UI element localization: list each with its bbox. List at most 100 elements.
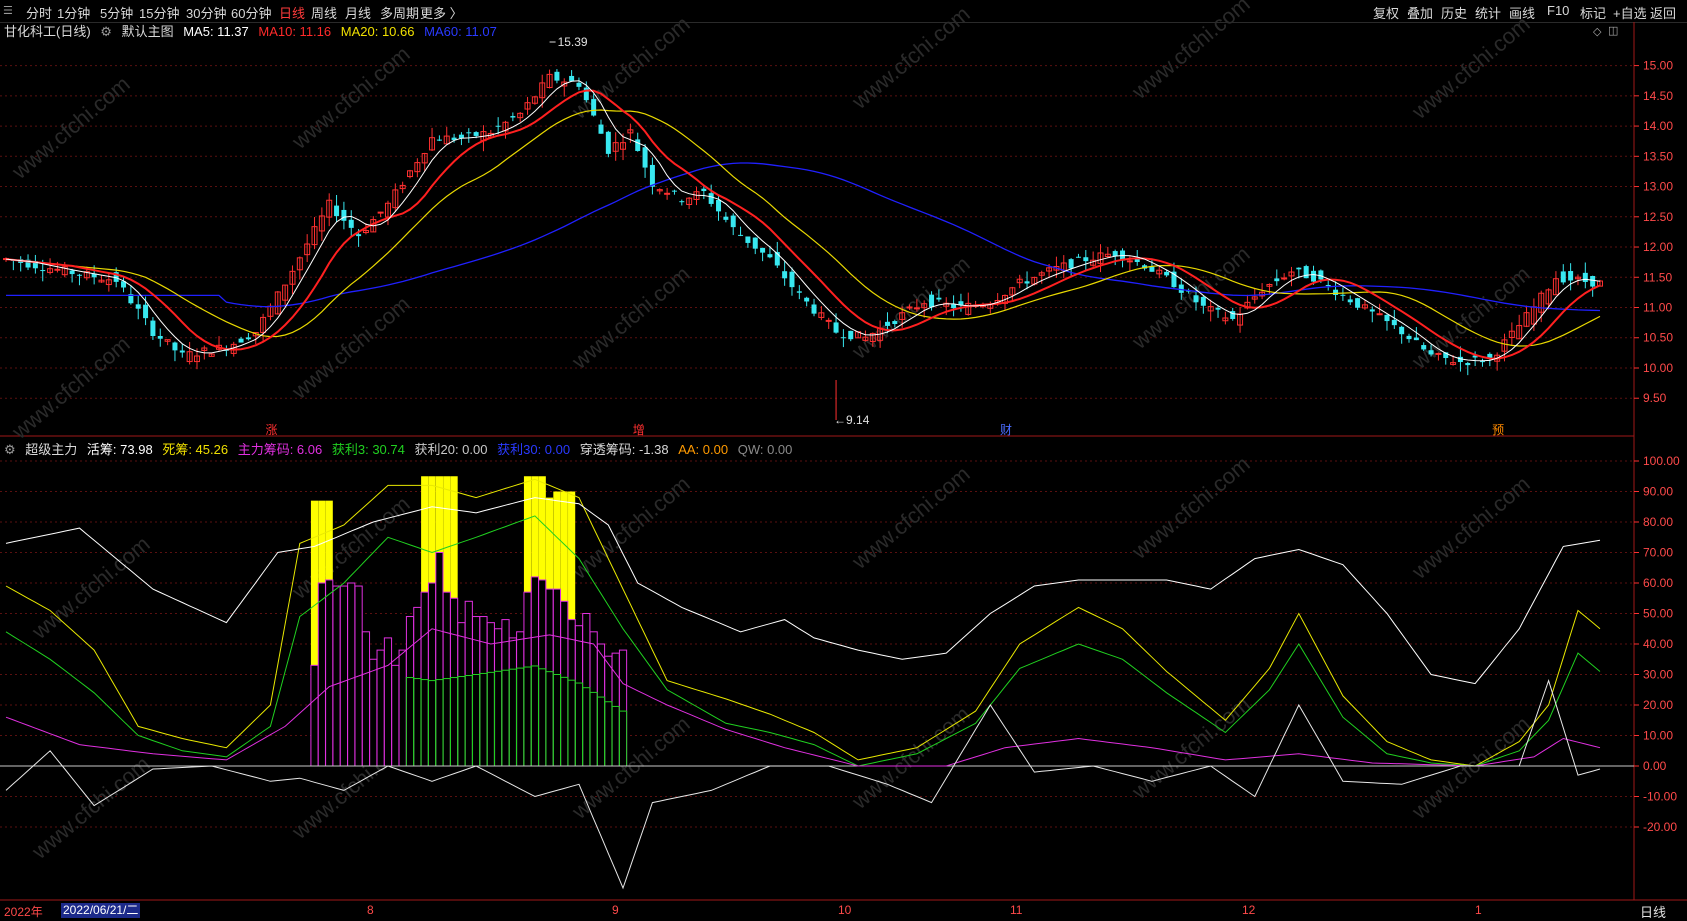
zhuli-bar: [325, 579, 334, 767]
zhuli-bar: [582, 613, 591, 767]
watermark: www.cfchi.com: [6, 71, 134, 184]
month-label: 9: [612, 903, 619, 917]
zhuli-bars: [310, 552, 628, 767]
candle-body: [377, 211, 384, 214]
candle-body: [143, 304, 149, 319]
candle-body: [1340, 294, 1346, 296]
candle-body: [1318, 270, 1324, 280]
high-label: 15.39: [558, 35, 588, 49]
candle-body: [1347, 299, 1353, 303]
month-label: 12: [1242, 903, 1256, 917]
y-tick-label: 13.50: [1643, 149, 1673, 163]
y-tick-label: 10.50: [1643, 331, 1673, 345]
zhuli-bar: [435, 552, 444, 767]
zhuli-bar: [479, 616, 488, 767]
watermark: www.cfchi.com: [846, 701, 974, 814]
y-tick-label: 14.00: [1643, 119, 1673, 133]
low-label: ←9.14: [834, 413, 870, 427]
candle-body: [341, 209, 347, 221]
event-marker: 涨: [265, 422, 277, 437]
watermark: www.cfchi.com: [26, 531, 154, 644]
watermark: www.cfchi.com: [1406, 11, 1534, 124]
candle-body: [245, 337, 251, 340]
candle-body: [466, 132, 472, 134]
candle-body: [1399, 326, 1405, 335]
candle-body: [157, 336, 163, 339]
month-label: 1: [1475, 903, 1482, 917]
y-tick-label: 40.00: [1643, 637, 1673, 651]
candle-body: [951, 304, 957, 309]
ma20-line: [5, 109, 1601, 347]
period-button[interactable]: 日线: [1640, 902, 1666, 921]
watermark: www.cfchi.com: [566, 261, 694, 374]
candle-body: [1421, 345, 1427, 350]
candle-body: [76, 274, 82, 276]
candle-body: [649, 164, 655, 187]
candle-body: [1112, 251, 1118, 257]
watermark: www.cfchi.com: [846, 461, 974, 574]
y-tick-label: -20.00: [1643, 820, 1677, 834]
huochou-line: [5, 497, 1601, 685]
candle-body: [745, 236, 751, 243]
zhuli-bar: [332, 585, 341, 767]
zhuli-line: [5, 628, 1601, 767]
candle-body: [598, 124, 604, 134]
candle-body: [1149, 266, 1155, 272]
zhuli-bar: [361, 631, 371, 767]
candle-body: [708, 193, 714, 204]
zhuli-bar: [427, 582, 437, 767]
candle-body: [884, 321, 890, 326]
candle-body: [1435, 352, 1442, 355]
zhuli-bar: [457, 622, 466, 767]
candle-body: [1193, 295, 1199, 303]
candle-body: [1590, 276, 1596, 287]
zhuli-bar: [508, 637, 517, 767]
month-label: 10: [838, 903, 852, 917]
candle-body: [782, 271, 788, 279]
candle-body: [840, 337, 846, 339]
candle-body: [40, 270, 46, 272]
candle-body: [1333, 289, 1339, 295]
candle-body: [1391, 319, 1397, 326]
candle-body: [1075, 256, 1081, 258]
candle-body: [635, 139, 641, 151]
candle-body: [723, 216, 729, 220]
candle-body: [1384, 314, 1390, 322]
candle-body: [356, 234, 362, 237]
watermark: www.cfchi.com: [1406, 471, 1534, 584]
watermark: www.cfchi.com: [566, 11, 694, 124]
y-tick-label: 100.00: [1643, 454, 1680, 468]
candle-body: [1428, 350, 1434, 355]
candle-body: [1376, 313, 1383, 316]
huoli3-line: [5, 515, 1601, 767]
watermark: www.cfchi.com: [286, 291, 414, 404]
event-marker: 增: [633, 423, 645, 437]
zhuli-bar: [383, 637, 393, 767]
candle-body: [716, 199, 722, 212]
y-tick-label: 9.50: [1643, 391, 1667, 405]
candle-body: [436, 139, 442, 141]
candle-body: [495, 125, 501, 127]
y-tick-label: 12.00: [1643, 240, 1673, 254]
candle-body: [804, 297, 810, 302]
candle-body: [1215, 307, 1221, 310]
candle-body: [679, 201, 685, 203]
month-label: 8: [367, 903, 374, 917]
candle-body: [69, 270, 75, 275]
watermark: www.cfchi.com: [26, 751, 154, 864]
y-tick-label: -10.00: [1643, 790, 1677, 804]
candle-body: [1311, 270, 1317, 282]
candle-body: [929, 294, 935, 308]
ma10-line: [5, 89, 1601, 360]
zhuli-bar: [604, 655, 613, 767]
zhuli-bar: [347, 582, 356, 767]
candle-body: [892, 321, 898, 325]
zhuli-bar: [398, 649, 407, 767]
candle-body: [825, 319, 832, 322]
candle-body: [150, 320, 156, 337]
candle-body: [848, 330, 854, 340]
chuantou-line: [5, 678, 1601, 890]
stock-chart[interactable]: 15.00 14.50 14.00 13.50 13.00 12.50 12.00 11.50…: [0, 0, 1687, 921]
year-label: 2022年: [4, 905, 43, 919]
candle-body: [1406, 335, 1412, 340]
